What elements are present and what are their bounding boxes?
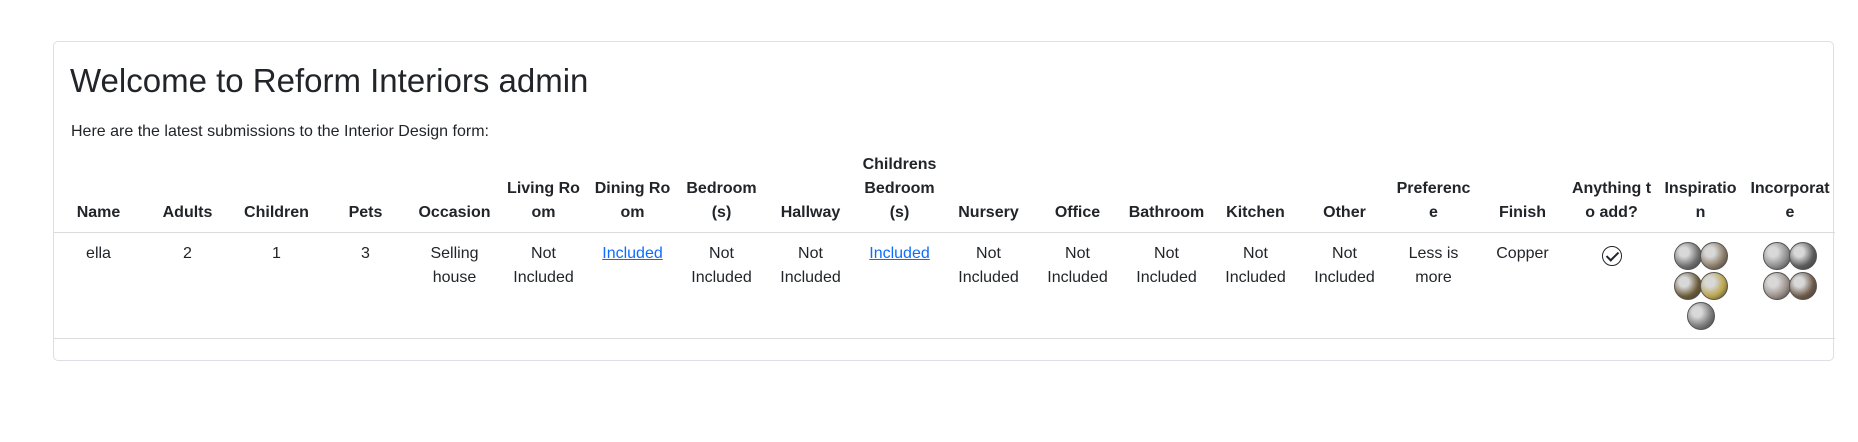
header-preference: Preference	[1389, 149, 1478, 233]
cell-preference: Less is more	[1389, 232, 1478, 339]
table-header-row: Name Adults Children Pets Occasion Livin…	[54, 149, 1835, 233]
header-nursery: Nursery	[944, 149, 1033, 233]
cell-pets: 3	[321, 232, 410, 339]
inspiration-room-thumbnail[interactable]	[1699, 242, 1728, 270]
cell-childrens-bedrooms: Included	[855, 232, 944, 339]
cell-hallway: Not Included	[766, 232, 855, 339]
incorporate-bw-room-thumbnail[interactable]	[1763, 272, 1791, 300]
intro-text: Here are the latest submissions to the I…	[71, 123, 489, 140]
header-hallway: Hallway	[766, 149, 855, 233]
cell-anything-to-add	[1567, 232, 1656, 339]
inspiration-yellow-decor-thumbnail[interactable]	[1699, 272, 1728, 300]
header-inspiration: Inspiration	[1656, 149, 1745, 233]
header-pets: Pets	[321, 149, 410, 233]
incorporate-thumbnails	[1759, 242, 1821, 302]
inspiration-bw-interior-thumbnail[interactable]	[1673, 242, 1702, 270]
cell-nursery: Not Included	[944, 232, 1033, 339]
incorporate-dark-interior-thumbnail[interactable]	[1789, 242, 1817, 270]
header-living-room: Living Room	[499, 149, 588, 233]
header-bedrooms: Bedroom (s)	[677, 149, 766, 233]
check-circle-icon[interactable]	[1601, 246, 1622, 266]
cell-other: Not Included	[1300, 232, 1389, 339]
header-finish: Finish	[1478, 149, 1567, 233]
header-childrens-bedrooms: Childrens Bedroom (s)	[855, 149, 944, 233]
table-row: ella 2 1 3 Selling house Not Included In…	[54, 232, 1835, 339]
cell-finish: Copper	[1478, 232, 1567, 339]
childrens-bedrooms-included-link[interactable]: Included	[869, 245, 930, 262]
cell-kitchen: Not Included	[1211, 232, 1300, 339]
inspiration-bw-interior-thumbnail[interactable]	[1686, 302, 1715, 330]
header-bathroom: Bathroom	[1122, 149, 1211, 233]
submissions-table: Name Adults Children Pets Occasion Livin…	[54, 149, 1835, 355]
dining-room-included-link[interactable]: Included	[602, 245, 663, 262]
header-occasion: Occasion	[410, 149, 499, 233]
inspiration-thumbnails	[1670, 242, 1732, 332]
cell-bedrooms: Not Included	[677, 232, 766, 339]
header-office: Office	[1033, 149, 1122, 233]
cell-name: ella	[54, 232, 143, 339]
cell-dining-room: Included	[588, 232, 677, 339]
header-anything-to-add: Anything to add?	[1567, 149, 1656, 233]
header-kitchen: Kitchen	[1211, 149, 1300, 233]
cell-bathroom: Not Included	[1122, 232, 1211, 339]
header-dining-room: Dining Room	[588, 149, 677, 233]
cell-adults: 2	[143, 232, 232, 339]
cell-inspiration	[1656, 232, 1745, 339]
header-incorporate: Incorporate	[1745, 149, 1835, 233]
cell-office: Not Included	[1033, 232, 1122, 339]
cell-occasion: Selling house	[410, 232, 499, 339]
incorporate-bw-interior-thumbnail[interactable]	[1763, 242, 1791, 270]
spacer-cell	[54, 339, 1835, 356]
table-footer-spacer	[54, 339, 1835, 356]
inspiration-wood-room-thumbnail[interactable]	[1673, 272, 1702, 300]
cell-incorporate	[1745, 232, 1835, 339]
header-adults: Adults	[143, 149, 232, 233]
incorporate-warm-room-thumbnail[interactable]	[1789, 272, 1817, 300]
cell-children: 1	[232, 232, 321, 339]
page-title: Welcome to Reform Interiors admin	[70, 62, 589, 99]
submissions-card: Welcome to Reform Interiors admin Here a…	[53, 41, 1835, 361]
cell-living-room: Not Included	[499, 232, 588, 339]
header-name: Name	[54, 149, 143, 233]
header-other: Other	[1300, 149, 1389, 233]
header-children: Children	[232, 149, 321, 233]
